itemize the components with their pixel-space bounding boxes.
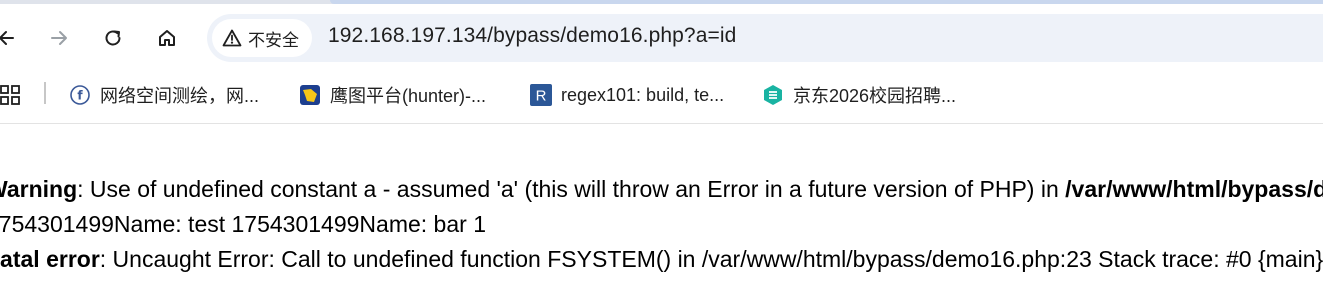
- bookmarks-separator: [44, 82, 46, 104]
- warning-line: Warning: Use of undefined constant a - a…: [0, 176, 1323, 203]
- back-arrow-icon: [0, 31, 14, 45]
- bookmark-fofa[interactable]: f 网络空间测绘，网...: [69, 80, 259, 110]
- bookmark-label: 网络空间测绘，网...: [100, 86, 260, 106]
- bookmark-regex101[interactable]: R regex101: build, te...: [530, 80, 724, 110]
- fatal-error-line: Fatal error: Uncaught Error: Call to und…: [0, 246, 1323, 273]
- warning-file-path: /var/www/html/bypass/demo16.php: [1065, 176, 1323, 202]
- home-icon: [159, 30, 175, 46]
- active-tab-edge: [330, 0, 1323, 4]
- back-button[interactable]: [0, 23, 22, 53]
- tab-strip: [0, 0, 1323, 4]
- bookmark-jd-campus[interactable]: 京东2026校园招聘...: [762, 80, 956, 110]
- forward-arrow-icon: [51, 31, 67, 45]
- output-line: 1754301499Name: test 1754301499Name: bar…: [0, 211, 486, 237]
- reload-icon: [105, 30, 121, 46]
- url-text[interactable]: 192.168.197.134/bypass/demo16.php?a=id: [328, 24, 736, 48]
- forward-button[interactable]: [44, 23, 74, 53]
- warning-label: Warning: [0, 176, 78, 202]
- jd-campus-icon: [762, 84, 784, 106]
- bookmark-label: 京东2026校园招聘...: [793, 86, 957, 106]
- fofa-icon: f: [69, 84, 91, 106]
- hunter-icon: [299, 84, 321, 106]
- page-content: Warning: Use of undefined constant a - a…: [0, 124, 1323, 297]
- bookmark-label: 鹰图平台(hunter)-...: [330, 86, 487, 106]
- fatal-error-message: : Uncaught Error: Call to undefined func…: [99, 246, 1323, 272]
- bookmark-hunter[interactable]: 鹰图平台(hunter)-...: [299, 80, 486, 110]
- security-label: 不安全: [248, 30, 299, 50]
- bookmark-label: regex101: build, te...: [561, 84, 725, 105]
- warning-triangle-icon: [222, 29, 242, 47]
- security-chip[interactable]: 不安全: [212, 19, 312, 57]
- warning-message: : Use of undefined constant a - assumed …: [77, 176, 1066, 202]
- regex101-icon: R: [530, 84, 552, 106]
- home-button[interactable]: [152, 23, 182, 53]
- svg-text:R: R: [536, 88, 547, 105]
- apps-grid-icon: [0, 85, 20, 105]
- apps-button[interactable]: [0, 80, 22, 110]
- svg-text:f: f: [77, 89, 83, 103]
- reload-button[interactable]: [98, 23, 128, 53]
- fatal-error-label: Fatal error: [0, 246, 100, 272]
